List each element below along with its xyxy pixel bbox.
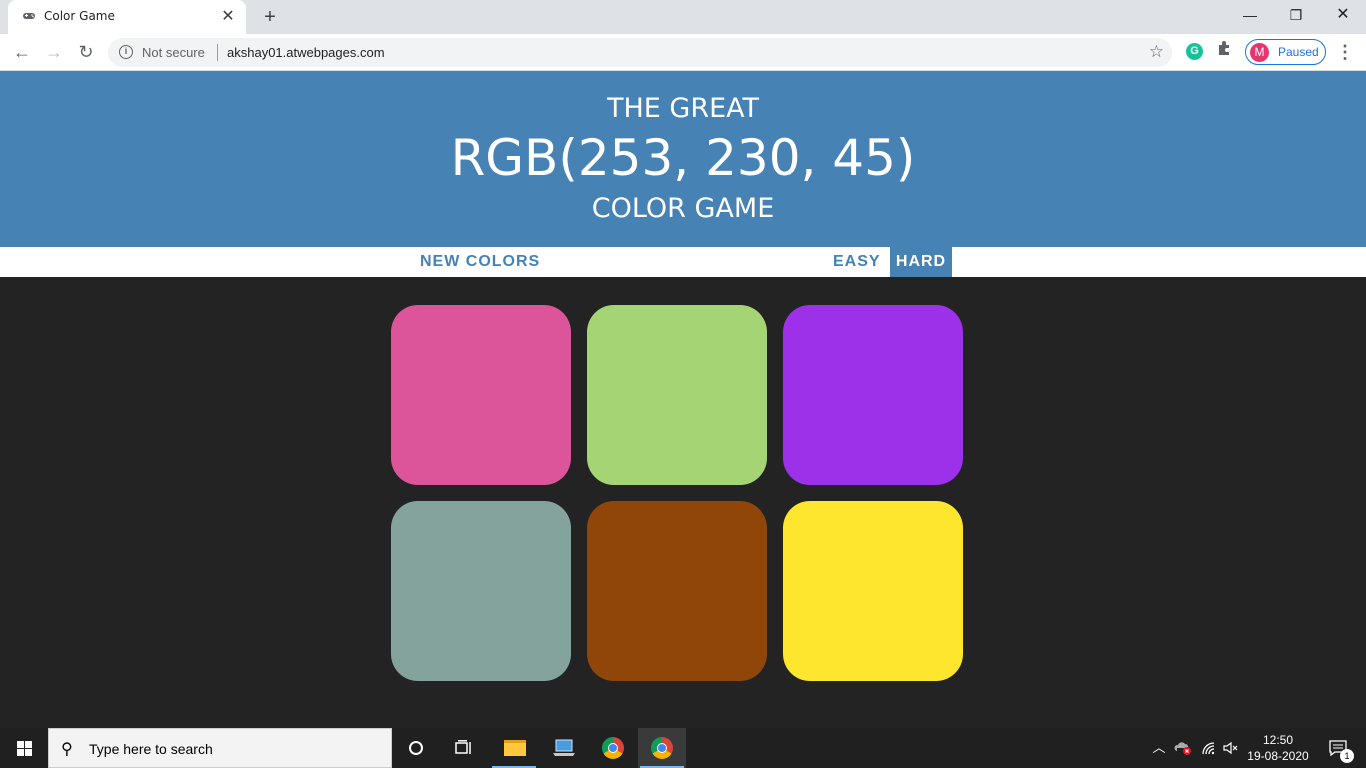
restore-icon[interactable]: ❐ xyxy=(1273,0,1319,30)
hard-mode-button[interactable]: HARD xyxy=(890,247,952,277)
forward-arrow-icon[interactable]: → xyxy=(41,39,67,65)
back-arrow-icon[interactable]: ← xyxy=(9,39,35,65)
task-view-icon[interactable] xyxy=(440,728,488,768)
taskbar-search-box[interactable]: ⚲ Type here to search xyxy=(48,728,392,768)
message-text xyxy=(560,247,800,277)
start-button[interactable] xyxy=(0,728,48,768)
color-square[interactable] xyxy=(783,305,963,485)
file-explorer-icon[interactable] xyxy=(490,728,538,768)
wifi-icon[interactable] xyxy=(1198,728,1220,768)
color-square[interactable] xyxy=(587,305,767,485)
search-placeholder: Type here to search xyxy=(89,741,213,757)
color-square[interactable] xyxy=(587,501,767,681)
game-header: THE GREAT RGB(253, 230, 45) COLOR GAME xyxy=(0,71,1366,247)
color-square[interactable] xyxy=(391,305,571,485)
tab-title: Color Game xyxy=(44,9,115,23)
reload-icon[interactable]: ↻ xyxy=(73,39,99,65)
window-close-icon[interactable]: ✕ xyxy=(1320,0,1366,30)
search-icon: ⚲ xyxy=(61,741,73,758)
chrome-active-icon[interactable] xyxy=(638,728,686,768)
title-top: THE GREAT xyxy=(606,93,760,124)
windows-taskbar: ⚲ Type here to search ︿ 12:50 19-08-2020… xyxy=(0,728,1366,768)
minimize-icon[interactable]: — xyxy=(1227,0,1273,30)
color-square[interactable] xyxy=(783,501,963,681)
chrome-icon[interactable] xyxy=(589,728,637,768)
volume-muted-icon[interactable] xyxy=(1220,728,1242,768)
game-page: THE GREAT RGB(253, 230, 45) COLOR GAME N… xyxy=(0,71,1366,728)
color-square[interactable] xyxy=(391,501,571,681)
security-label[interactable]: Not secure xyxy=(142,45,205,60)
clock-date: 19-08-2020 xyxy=(1247,749,1309,763)
action-center-icon[interactable]: 1 xyxy=(1318,728,1358,768)
browser-tab-strip: Color Game ✕ + — ❐ ✕ xyxy=(0,0,1366,34)
new-colors-button[interactable]: NEW COLORS xyxy=(414,247,546,277)
profile-status: Paused xyxy=(1278,45,1319,59)
new-tab-button[interactable]: + xyxy=(258,5,282,29)
clock-time: 12:50 xyxy=(1262,733,1294,747)
cortana-icon xyxy=(409,741,423,755)
avatar: M xyxy=(1250,43,1269,62)
easy-mode-button[interactable]: EASY xyxy=(827,247,887,277)
omnibox-divider xyxy=(217,44,218,61)
controls-stripe: NEW COLORS EASY HARD xyxy=(0,247,1366,277)
extensions-puzzle-icon[interactable] xyxy=(1217,40,1233,61)
gamepad-icon xyxy=(22,11,35,23)
more-menu-icon[interactable]: ⋮ xyxy=(1336,40,1354,64)
tab-close-icon[interactable]: ✕ xyxy=(218,7,238,27)
browser-tab[interactable]: Color Game ✕ xyxy=(8,0,246,34)
laptop-app-icon[interactable] xyxy=(540,728,588,768)
title-bottom: COLOR GAME xyxy=(591,193,775,224)
taskbar-clock[interactable]: 12:50 19-08-2020 xyxy=(1244,732,1312,764)
address-bar[interactable]: i Not secure akshay01.atwebpages.com ☆ xyxy=(108,38,1172,67)
url-text[interactable]: akshay01.atwebpages.com xyxy=(227,45,385,60)
color-display: RGB(253, 230, 45) xyxy=(450,129,916,187)
show-hidden-icons-chevron-icon[interactable]: ︿ xyxy=(1150,728,1168,768)
profile-button[interactable]: M Paused xyxy=(1245,39,1326,65)
cortana-button[interactable] xyxy=(392,728,440,768)
grammarly-extension-icon[interactable]: G xyxy=(1186,43,1203,60)
notification-badge: 1 xyxy=(1340,749,1354,763)
browser-toolbar: ← → ↻ i Not secure akshay01.atwebpages.c… xyxy=(0,34,1366,71)
bookmark-star-icon[interactable]: ☆ xyxy=(1149,42,1164,62)
onedrive-error-icon[interactable] xyxy=(1172,728,1194,768)
info-icon[interactable]: i xyxy=(119,45,133,59)
windows-logo-icon xyxy=(17,741,32,756)
